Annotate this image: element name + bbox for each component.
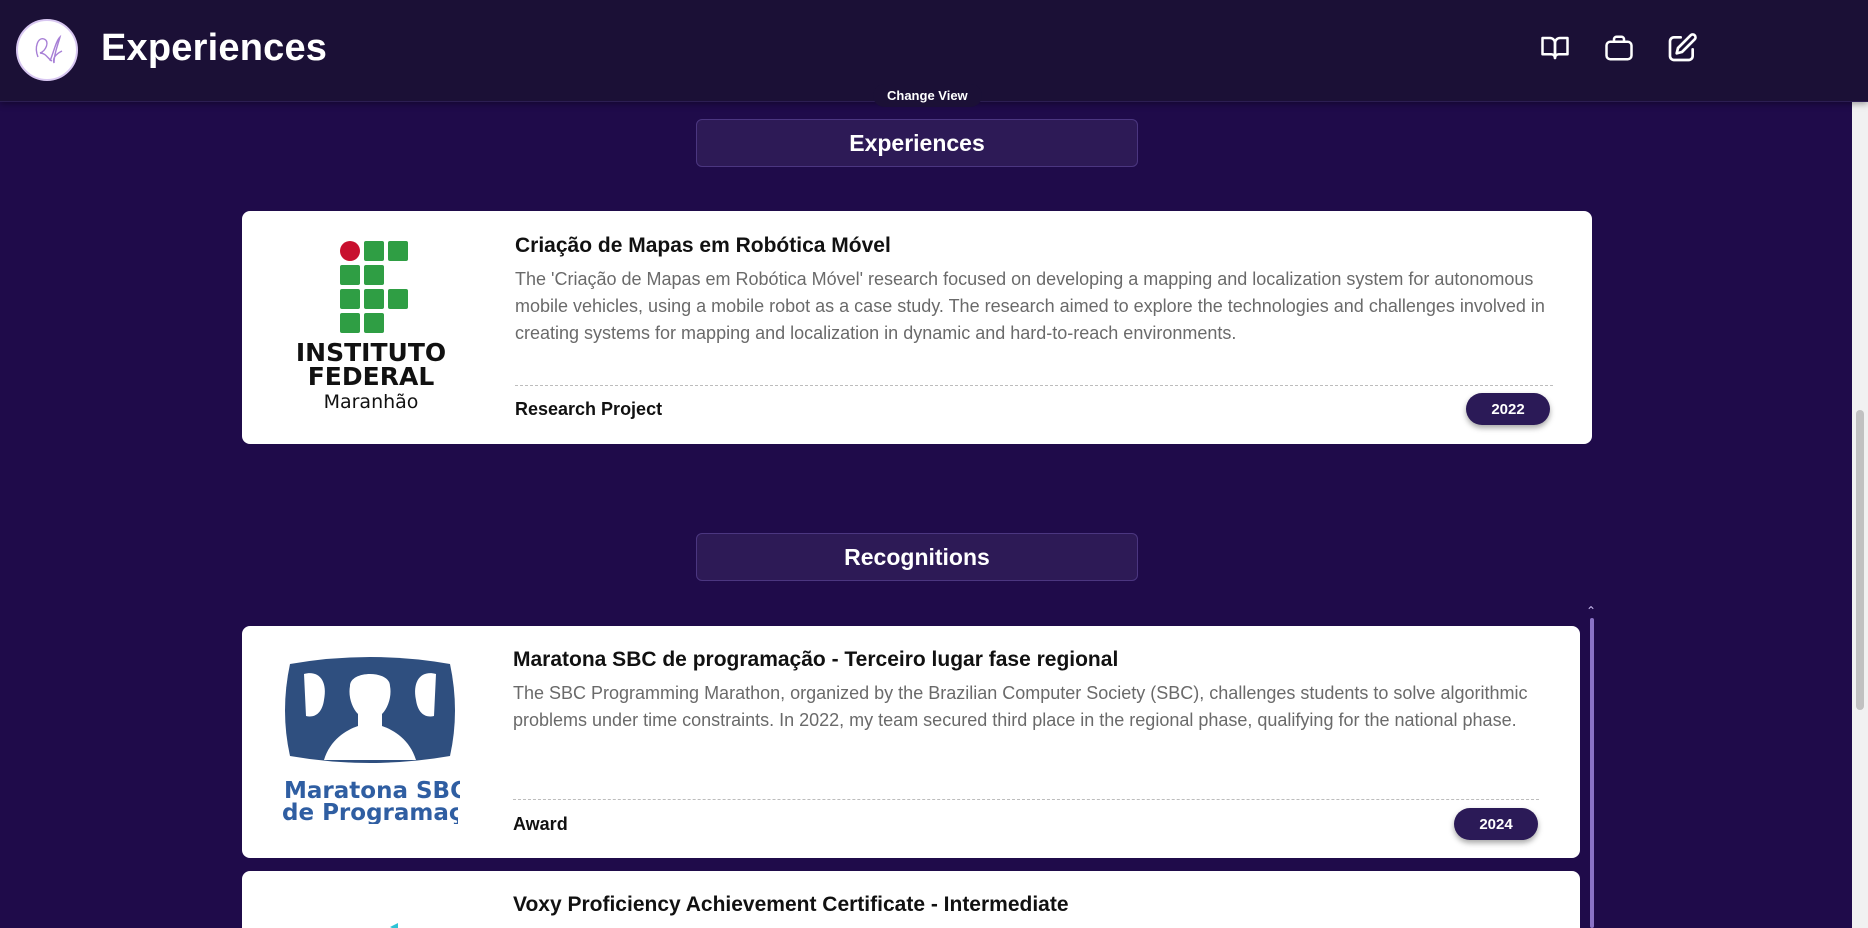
instituto-federal-logo: INSTITUTO FEDERAL Maranhão: [286, 239, 456, 413]
recognition-card[interactable]: Maratona SBC de Programação Maratona SBC…: [242, 626, 1580, 858]
book-open-icon[interactable]: [1538, 31, 1572, 65]
recognitions-section-title: Recognitions: [696, 533, 1138, 581]
experience-type: Research Project: [515, 399, 663, 419]
recognitions-scrollbar[interactable]: [1590, 618, 1594, 928]
experience-description: The 'Criação de Mapas em Robótica Móvel'…: [515, 269, 1545, 343]
card-divider: [515, 385, 1553, 386]
year-badge: 2022: [1466, 393, 1550, 425]
briefcase-icon[interactable]: [1602, 31, 1636, 65]
recognition-description: The SBC Programming Marathon, organized …: [513, 683, 1528, 730]
recognition-type: Award: [513, 814, 568, 834]
edit-icon[interactable]: [1665, 31, 1699, 65]
logo-text-maranhao: Maranhão: [323, 391, 419, 413]
logo-text-maratona: Maratona SBC: [284, 780, 460, 802]
if-red-dot-icon: [340, 241, 360, 261]
logo-text-programacao: de Programação: [282, 802, 458, 824]
page-title: Experiences: [101, 27, 328, 69]
change-view-tooltip[interactable]: Change View: [873, 84, 982, 107]
card-divider: [513, 799, 1539, 800]
site-logo[interactable]: [16, 19, 78, 81]
maratona-sbc-logo: Maratona SBC de Programação: [282, 656, 460, 826]
recognition-title: Maratona SBC de programação - Terceiro l…: [513, 648, 1119, 671]
signature-logo-icon: [35, 34, 63, 64]
recognition-card[interactable]: Voxy Proficiency Achievement Certificate…: [242, 871, 1580, 928]
logo-text-federal: FEDERAL: [307, 362, 435, 391]
year-badge: 2024: [1454, 808, 1538, 840]
experience-title: Criação de Mapas em Robótica Móvel: [515, 234, 891, 257]
voxy-logo-icon: [390, 923, 398, 928]
experience-card[interactable]: INSTITUTO FEDERAL Maranhão Criação de Ma…: [242, 211, 1592, 444]
scroll-up-arrow-icon[interactable]: ⌃: [1586, 604, 1596, 618]
experiences-section-title: Experiences: [696, 119, 1138, 167]
page-scrollbar[interactable]: [1852, 0, 1868, 928]
recognition-title: Voxy Proficiency Achievement Certificate…: [513, 893, 1069, 916]
page-scroll-thumb[interactable]: [1856, 410, 1864, 710]
